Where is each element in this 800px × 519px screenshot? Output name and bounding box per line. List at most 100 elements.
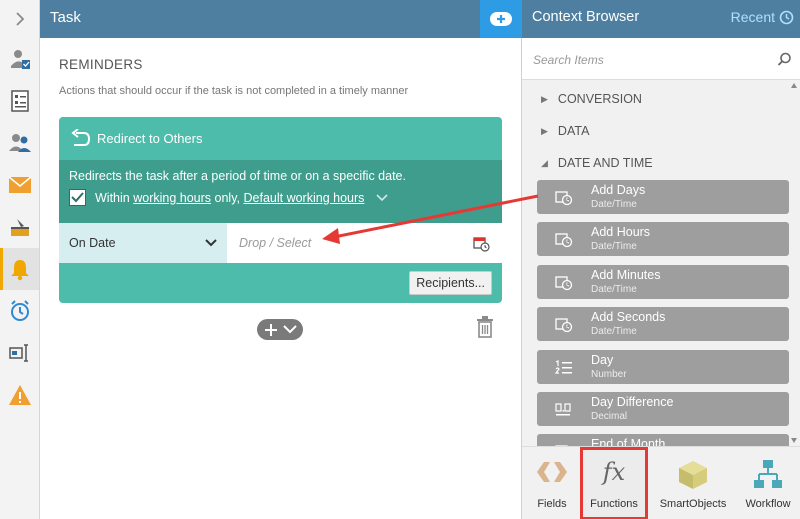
function-type: Decimal [591, 411, 628, 422]
tab-workflow[interactable]: Workflow [738, 447, 798, 519]
schedule-row: On Date Drop / Select [59, 223, 502, 263]
svg-text:fx: fx [601, 458, 626, 486]
delete-button[interactable] [476, 316, 494, 341]
function-type: Date/Time [591, 199, 637, 210]
function-item[interactable]: Add Seconds Date/Time [537, 307, 789, 341]
search-bar[interactable]: Search Items [522, 38, 800, 80]
tab-fields[interactable]: Fields [522, 447, 582, 519]
calendar-clock-icon [555, 318, 573, 333]
expand-triangle-icon: ▶ [541, 93, 548, 104]
check-icon [71, 192, 84, 203]
search-icon[interactable] [777, 52, 792, 67]
card-description: Redirects the task after a period of tim… [69, 169, 406, 183]
recent-link[interactable]: Recent [731, 9, 794, 25]
add-button[interactable] [480, 0, 522, 38]
function-item[interactable]: Add Days Date/Time [537, 180, 789, 214]
rail-participants[interactable] [0, 38, 39, 80]
scrollbar[interactable] [790, 80, 798, 446]
function-name: Add Seconds [591, 310, 666, 324]
schedule-type-select[interactable]: On Date [59, 223, 227, 263]
user-check-icon [10, 50, 30, 69]
add-reminder-button[interactable] [257, 319, 303, 340]
date-drop-placeholder: Drop / Select [239, 236, 312, 250]
decimal-icon [555, 403, 571, 416]
default-working-hours-link[interactable]: Default working hours [244, 191, 365, 205]
search-input[interactable]: Search Items [533, 53, 604, 67]
rail-outcomes[interactable] [0, 206, 39, 248]
function-name: End of Month [591, 437, 666, 446]
workflow-icon [754, 460, 782, 488]
function-name: Add Minutes [591, 268, 661, 282]
recent-label: Recent [730, 9, 775, 25]
date-drop-field[interactable]: Drop / Select [227, 223, 502, 263]
tab-functions[interactable]: fx Functions [580, 447, 648, 519]
context-tree: ▶ CONVERSION ▶ DATA ◢ DATE AND TIME Add Day… [522, 80, 800, 446]
function-type: Date/Time [591, 326, 637, 337]
envelope-icon [8, 176, 31, 193]
rail-email[interactable] [0, 164, 39, 206]
card-title: Redirect to Others [97, 131, 203, 146]
inbox-icon [10, 219, 29, 236]
working-hours-link[interactable]: working hours [133, 191, 211, 205]
trash-icon [477, 316, 493, 338]
calendar-clock-icon [555, 233, 573, 248]
section-description: Actions that should occur if the task is… [59, 85, 409, 97]
card-footer: Recipients... [59, 263, 502, 303]
left-rail [0, 0, 40, 519]
rail-layout[interactable] [0, 332, 39, 374]
function-type: Number [591, 369, 627, 380]
context-browser-header: Context Browser Recent [522, 0, 800, 38]
function-item[interactable]: End of Month [537, 434, 789, 446]
category-date-and-time[interactable]: ◢ DATE AND TIME [541, 156, 653, 170]
category-conversion[interactable]: ▶ CONVERSION [541, 92, 642, 106]
calendar-clock-icon [555, 276, 573, 291]
calendar-clock-icon [555, 191, 573, 206]
schedule-type-value: On Date [69, 236, 116, 250]
function-name: Day Difference [591, 395, 674, 409]
bell-icon [10, 260, 29, 281]
rail-users[interactable] [0, 122, 39, 164]
expand-triangle-icon: ▶ [541, 125, 548, 136]
fields-icon [537, 462, 567, 482]
task-header: Task [40, 0, 522, 38]
rail-form[interactable] [0, 80, 39, 122]
rail-reminders[interactable] [0, 248, 39, 290]
within-label: Within [95, 190, 130, 205]
plus-icon [264, 323, 277, 336]
section-title: REMINDERS [59, 57, 143, 72]
browser-tabs: Fields fx Functions SmartObjects Workflo… [522, 446, 800, 519]
recipients-button[interactable]: Recipients... [409, 271, 492, 295]
context-browser-title: Context Browser [532, 9, 640, 25]
function-name: Add Days [591, 183, 646, 197]
warning-icon [8, 385, 31, 405]
chevron-down-icon[interactable] [376, 193, 388, 202]
card-header[interactable]: Redirect to Others [59, 117, 502, 160]
rail-warnings[interactable] [0, 374, 39, 416]
function-type: Date/Time [591, 284, 637, 295]
tab-label: Functions [590, 498, 638, 510]
tab-label: Workflow [745, 498, 791, 510]
working-hours-checkbox[interactable] [69, 189, 86, 206]
alarm-clock-icon [10, 300, 29, 321]
rail-escalation[interactable] [0, 290, 39, 332]
only-label: only, [214, 190, 241, 205]
task-body: REMINDERS Actions that should occur if t… [40, 38, 522, 519]
form-icon [10, 90, 29, 112]
function-item[interactable]: Day Number [537, 350, 789, 384]
layout-icon [8, 344, 28, 362]
clock-icon [779, 10, 794, 24]
expand-chevron-icon[interactable] [0, 0, 39, 38]
calendar-clock-icon[interactable] [473, 235, 490, 252]
function-item[interactable]: Add Minutes Date/Time [537, 265, 789, 299]
chevron-down-icon [205, 239, 217, 247]
reminder-card: Redirect to Others Redirects the task af… [59, 117, 502, 303]
category-data[interactable]: ▶ DATA [541, 124, 589, 138]
chevron-down-icon [282, 325, 297, 334]
function-item[interactable]: Add Hours Date/Time [537, 222, 789, 256]
cube-icon [679, 461, 707, 489]
tab-smartobjects[interactable]: SmartObjects [660, 447, 726, 519]
task-title: Task [50, 9, 81, 26]
collapse-triangle-icon: ◢ [541, 157, 548, 168]
plus-icon [490, 12, 512, 26]
function-item[interactable]: Day Difference Decimal [537, 392, 789, 426]
